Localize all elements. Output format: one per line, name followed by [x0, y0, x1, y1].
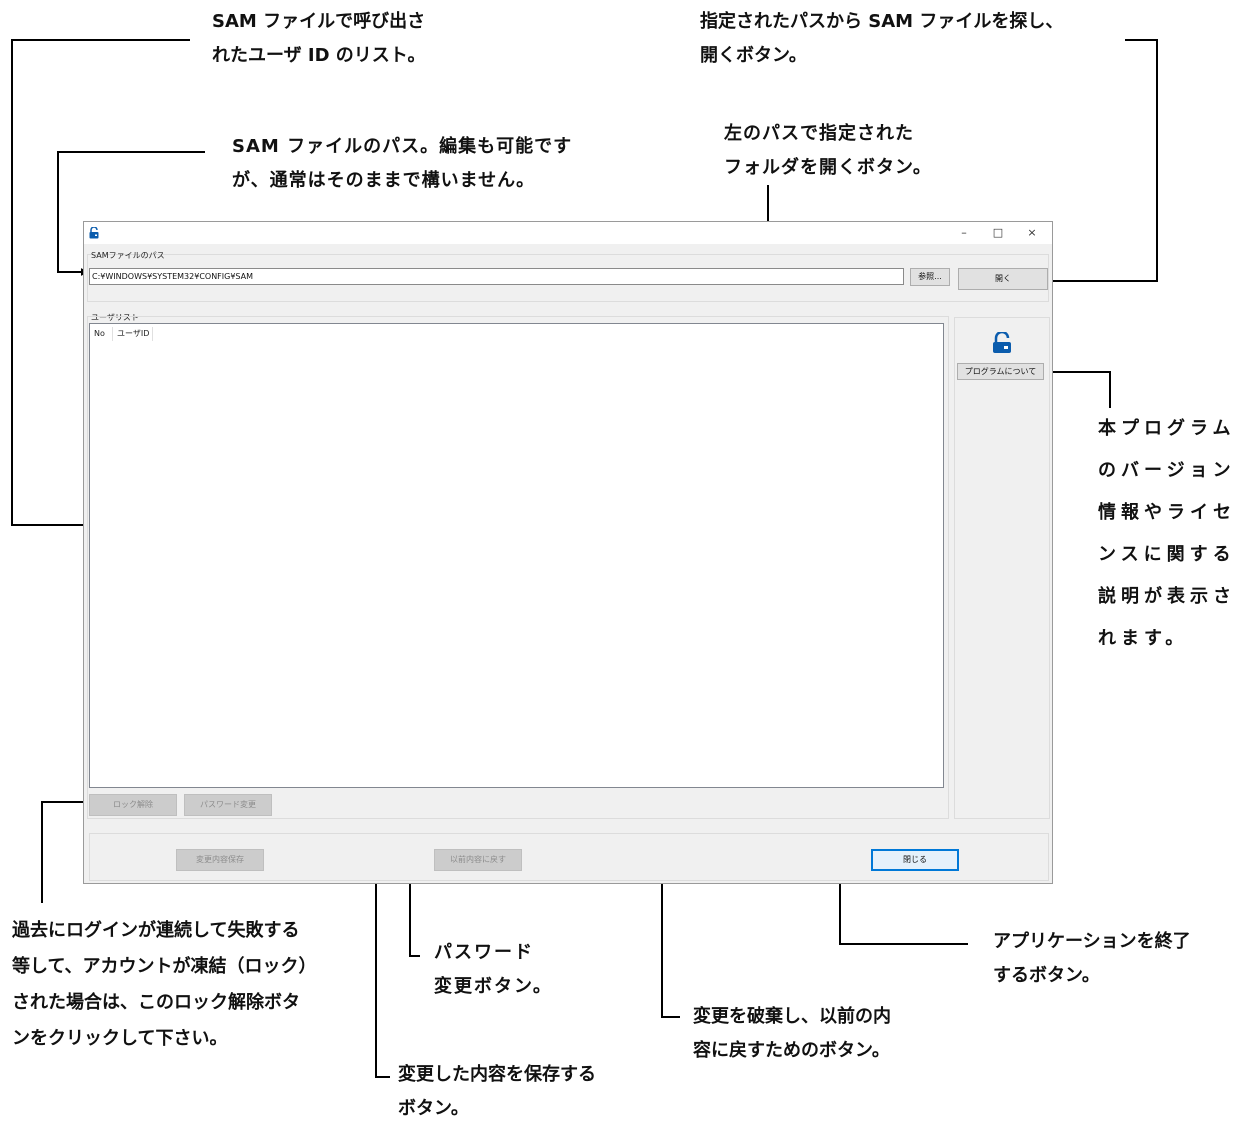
window-close-button[interactable]: × [1018, 224, 1046, 242]
annotation-unlock-button: 過去にログインが連続して失敗する 等して、アカウントが凍結（ロック） された場合… [12, 920, 317, 1049]
annotation-user-list: SAM ファイルで呼び出さ れたユーザ ID のリスト。 [212, 11, 426, 66]
annotation-open-button: 指定されたパスから SAM ファイルを探し、 開くボタン。 [700, 11, 1064, 66]
annotation-save-button: 変更した内容を保存する ボタン。 [398, 1064, 596, 1119]
annotation-password-button: パスワード 変更ボタン。 [434, 942, 553, 997]
open-button[interactable]: 開く [958, 268, 1048, 290]
column-separator[interactable] [112, 327, 113, 341]
column-separator[interactable] [152, 327, 153, 341]
revert-button[interactable]: 以前内容に戻す [434, 849, 522, 871]
column-header-no[interactable]: No [94, 327, 105, 341]
save-changes-button[interactable]: 変更内容保存 [176, 849, 264, 871]
unlock-button[interactable]: ロック解除 [89, 794, 177, 816]
browse-button[interactable]: 参照... [910, 268, 950, 286]
app-window: – □ × SAMファイルのパス C:¥WINDOWS¥SYSTEM32¥CON… [83, 221, 1053, 884]
user-list[interactable]: No ユーザID [89, 323, 944, 788]
side-panel: プログラムについて [954, 317, 1050, 819]
annotation-path-field: SAM ファイルのパス。編集も可能です が、通常はそのままで構いません。 [232, 136, 573, 191]
annotation-revert-button: 変更を破棄し、以前の内 容に戻すためのボタン。 [693, 1006, 891, 1061]
change-password-button[interactable]: パスワード変更 [184, 794, 272, 816]
annotation-about-button: 本プログラム のバージョン 情報やライセ ンスに関する 説明が表示さ れます。 [1098, 418, 1236, 649]
column-header-user-id[interactable]: ユーザID [117, 327, 149, 341]
about-button[interactable]: プログラムについて [957, 363, 1044, 380]
annotation-browse-button: 左のパスで指定された フォルダを開くボタン。 [724, 123, 932, 178]
sam-path-input[interactable]: C:¥WINDOWS¥SYSTEM32¥CONFIG¥SAM [89, 268, 904, 285]
annotation-close-button: アプリケーションを終了 するボタン。 [993, 931, 1191, 986]
app-lock-icon [89, 227, 99, 239]
lock-icon [993, 332, 1011, 353]
path-group-label: SAMファイルのパス [91, 251, 165, 260]
maximize-button[interactable]: □ [984, 224, 1012, 242]
close-button[interactable]: 閉じる [871, 849, 959, 871]
title-bar[interactable]: – □ × [84, 222, 1052, 244]
minimize-button[interactable]: – [950, 224, 978, 242]
